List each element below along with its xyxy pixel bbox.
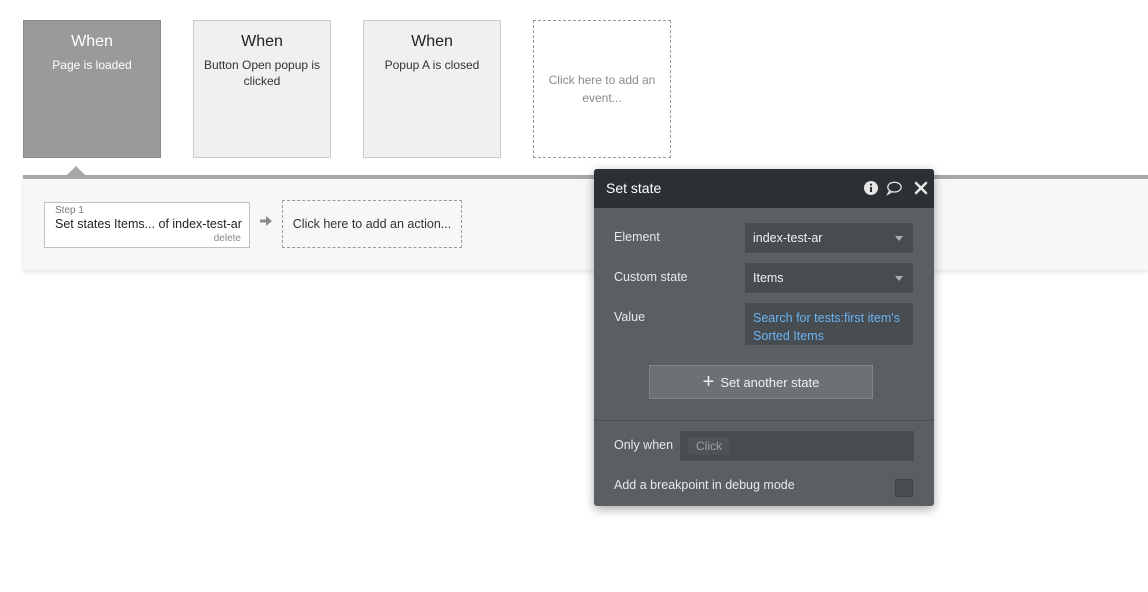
element-dropdown[interactable]: index-test-ar <box>745 223 913 253</box>
only-when-field[interactable]: Click <box>680 431 914 461</box>
breakpoint-label: Add a breakpoint in debug mode <box>614 478 795 492</box>
value-label: Value <box>614 310 646 324</box>
event-card-popup-closed[interactable]: When Popup A is closed <box>363 20 501 158</box>
custom-state-value: Items <box>753 271 784 285</box>
workflow-actions-bar: Step 1 Set states Items... of index-test… <box>23 175 1148 270</box>
step-number: Step 1 <box>55 205 84 216</box>
arrow-right-icon <box>260 216 272 226</box>
only-when-placeholder[interactable]: Click <box>688 437 730 455</box>
panel-header: Set state <box>594 169 934 208</box>
event-when-label: When <box>241 33 283 50</box>
set-another-state-button[interactable]: + Set another state <box>649 365 873 399</box>
step-delete-link[interactable]: delete <box>214 233 241 244</box>
add-event-label: Click here to add an event... <box>548 73 656 105</box>
selected-event-caret <box>67 166 85 175</box>
info-icon[interactable] <box>863 180 879 196</box>
add-event-button[interactable]: Click here to add an event... <box>533 20 671 158</box>
set-state-panel: Set state Element index-test-ar Custom s… <box>594 169 934 506</box>
panel-title: Set state <box>606 180 662 196</box>
only-when-label: Only when <box>614 438 674 452</box>
step-card[interactable]: Step 1 Set states Items... of index-test… <box>44 202 250 248</box>
element-label: Element <box>614 230 660 244</box>
chevron-down-icon <box>895 236 903 241</box>
event-description: Popup A is closed <box>384 58 480 72</box>
step-title: Set states Items... of index-test-ar <box>55 217 242 231</box>
event-card-button-clicked[interactable]: When Button Open popup is clicked <box>193 20 331 158</box>
value-expression-field[interactable]: Search for tests:first item's Sorted Ite… <box>745 303 913 345</box>
add-action-button[interactable]: Click here to add an action... <box>282 200 462 248</box>
event-when-label: When <box>411 33 453 50</box>
comment-icon[interactable] <box>886 180 902 196</box>
event-card-page-loaded[interactable]: When Page is loaded <box>23 20 161 158</box>
custom-state-label: Custom state <box>614 270 688 284</box>
custom-state-dropdown[interactable]: Items <box>745 263 913 293</box>
chevron-down-icon <box>895 276 903 281</box>
event-description: Page is loaded <box>52 58 132 72</box>
breakpoint-checkbox[interactable] <box>895 479 913 497</box>
element-value: index-test-ar <box>753 231 823 245</box>
event-when-label: When <box>71 33 113 50</box>
set-another-state-label: Set another state <box>720 374 820 390</box>
plus-icon: + <box>702 371 715 393</box>
event-description: Button Open popup is clicked <box>203 58 321 88</box>
close-icon[interactable] <box>913 180 929 196</box>
panel-divider <box>594 420 934 421</box>
